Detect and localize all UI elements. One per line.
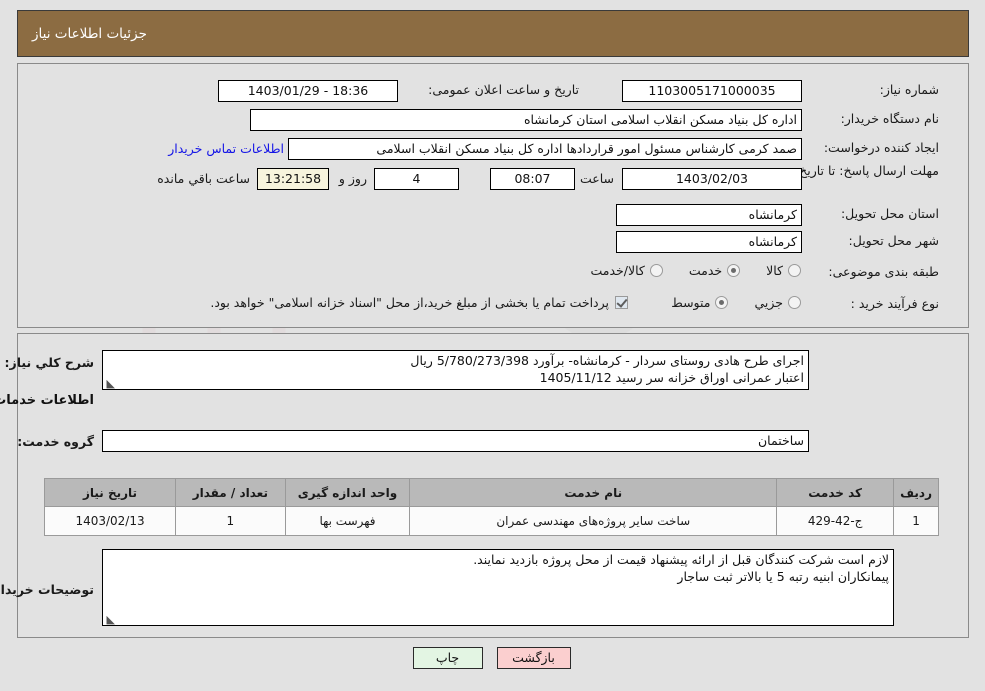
page-header: جزئیات اطلاعات نیاز (18, 10, 970, 57)
page-title: جزئیات اطلاعات نیاز (33, 25, 148, 42)
city-value[interactable]: کرمانشاه (617, 231, 803, 253)
col-unit: واحد اندازه گیری (285, 478, 412, 507)
field-province: استان محل تحویل: (842, 206, 940, 221)
table-header-row: ردیف کد خدمت نام خدمت واحد اندازه گیری ت… (44, 478, 940, 507)
col-name: نام خدمت (410, 478, 779, 507)
cell-date: 1403/02/13 (44, 506, 178, 536)
process-option-jozei[interactable]: جزیي (755, 295, 802, 310)
deadline-days-label: روز و (339, 171, 368, 186)
deadline-date[interactable]: 1403/02/03 (623, 168, 803, 190)
buyer-contact-link[interactable]: اطلاعات تماس خریدار (169, 141, 285, 156)
category-option-khedmat[interactable]: خدمت (689, 263, 742, 278)
deadline-days[interactable]: 4 (375, 168, 460, 190)
public-announce-value[interactable]: 18:36 - 1403/01/29 (219, 80, 399, 102)
cell-radif: 1 (894, 506, 940, 536)
radio-icon[interactable] (789, 296, 802, 309)
service-group-value[interactable]: ساختمان (103, 430, 810, 452)
deadline-hour[interactable]: 08:07 (491, 168, 576, 190)
radio-icon[interactable] (650, 264, 664, 277)
buyer-org-label: نام دستگاه خریدار: (841, 111, 940, 126)
category-option-label: کالا/خدمت (591, 263, 646, 278)
resize-grip-icon[interactable]: ◣ (106, 378, 116, 389)
table-row: 1 ج-42-429 ساخت سایر پروژه‌های مهندسی عم… (44, 506, 940, 536)
buyer-notes-line-2: پیمانکاران ابنیه رتبه 5 یا بالاتر ثبت سا… (678, 569, 890, 584)
buyer-org-value[interactable]: اداره کل بنیاد مسکن انقلاب اسلامی استان … (251, 109, 803, 131)
need-info-panel (18, 63, 970, 328)
col-date: تاریخ نیاز (44, 478, 178, 507)
process-type-label: نوع فرآیند خرید : (851, 296, 940, 311)
treasury-note-text: پرداخت تمام یا بخشی از مبلغ خرید،از محل … (211, 295, 610, 310)
buyer-notes-label: توضیحات خریدار: (0, 582, 95, 597)
field-buyer-org: نام دستگاه خریدار: (842, 111, 940, 126)
radio-icon[interactable] (716, 296, 730, 309)
resize-grip-icon[interactable]: ◣ (106, 614, 116, 625)
field-need-number: شماره نیاز: (881, 82, 940, 97)
cell-qty: 1 (176, 506, 287, 536)
field-requester: ایجاد کننده درخواست: (825, 140, 940, 155)
province-label: استان محل تحویل: (841, 206, 940, 221)
category-label: طبقه بندی موضوعی: (829, 264, 940, 279)
general-desc-textarea[interactable]: اجرای طرح هادی روستای سردار - کرمانشاه- … (103, 350, 810, 390)
field-process-type: نوع فرآیند خرید : (852, 296, 940, 311)
process-option-label: متوسط (672, 295, 712, 310)
services-table: ردیف کد خدمت نام خدمت واحد اندازه گیری ت… (44, 478, 940, 536)
buyer-notes-line-1: لازم است شرکت کنندگان قبل از ارائه پیشنه… (474, 552, 890, 567)
process-type-radio-group: جزیي متوسط (672, 295, 802, 310)
treasury-note: پرداخت تمام یا بخشی از مبلغ خرید،از محل … (211, 295, 629, 310)
cell-unit: فهرست بها (285, 506, 412, 536)
category-option-label: کالا (767, 263, 784, 278)
button-bar: بازگشت چاپ (0, 647, 985, 669)
category-option-label: خدمت (689, 263, 724, 278)
need-number-label: شماره نیاز: (880, 82, 940, 97)
city-label: شهر محل تحویل: (849, 233, 940, 248)
process-option-label: جزیي (755, 295, 784, 310)
cell-code: ج-42-429 (777, 506, 896, 536)
page-root: T Tender AriaTender.net جزئیات اطلاعات ن… (0, 0, 985, 691)
general-desc-line-2: اعتبار عمرانی اوراق خزانه سر رسید 1405/1… (540, 370, 805, 385)
public-announce-label: تاریخ و ساعت اعلان عمومی: (429, 82, 580, 97)
category-radio-group: کالا خدمت کالا/خدمت (591, 263, 802, 278)
buyer-notes-textarea[interactable]: لازم است شرکت کنندگان قبل از ارائه پیشنه… (103, 549, 895, 626)
field-city: شهر محل تحویل: (850, 233, 940, 248)
need-number-value[interactable]: 1103005171000035 (623, 80, 803, 102)
category-option-kala-khedmat[interactable]: کالا/خدمت (591, 263, 664, 278)
col-qty: تعداد / مقدار (176, 478, 287, 507)
general-desc-line-1: اجرای طرح هادی روستای سردار - کرمانشاه- … (411, 353, 805, 368)
requester-value[interactable]: صمد کرمی کارشناس مسئول امور قراردادها اد… (289, 138, 803, 160)
deadline-label: مهلت ارسال پاسخ: تا تاریخ: (795, 163, 940, 178)
cell-name: ساخت سایر پروژه‌های مهندسی عمران (410, 506, 779, 536)
general-desc-label: شرح کلي نیاز: (5, 355, 95, 370)
back-button[interactable]: بازگشت (497, 647, 572, 669)
deadline-hour-label: ساعت (580, 171, 615, 186)
col-code: کد خدمت (777, 478, 896, 507)
requester-label: ایجاد کننده درخواست: (824, 140, 940, 155)
col-radif: ردیف (894, 478, 940, 507)
deadline-countdown: 13:21:58 (258, 168, 330, 190)
radio-icon[interactable] (728, 264, 742, 277)
services-heading: اطلاعات خدمات مورد نیاز (0, 393, 95, 408)
deadline-remaining-label: ساعت باقي مانده (158, 171, 251, 186)
field-deadline: مهلت ارسال پاسخ: تا تاریخ: (796, 163, 940, 178)
service-group-label: گروه خدمت: (18, 434, 95, 449)
checkbox-icon[interactable] (616, 296, 629, 309)
radio-icon[interactable] (789, 264, 802, 277)
category-option-kala[interactable]: کالا (767, 263, 802, 278)
print-button[interactable]: چاپ (413, 647, 484, 669)
process-option-motavasset[interactable]: متوسط (672, 295, 730, 310)
province-value[interactable]: کرمانشاه (617, 204, 803, 226)
field-public-announce: تاریخ و ساعت اعلان عمومی: (429, 82, 580, 97)
field-category: طبقه بندی موضوعی: (829, 264, 940, 279)
